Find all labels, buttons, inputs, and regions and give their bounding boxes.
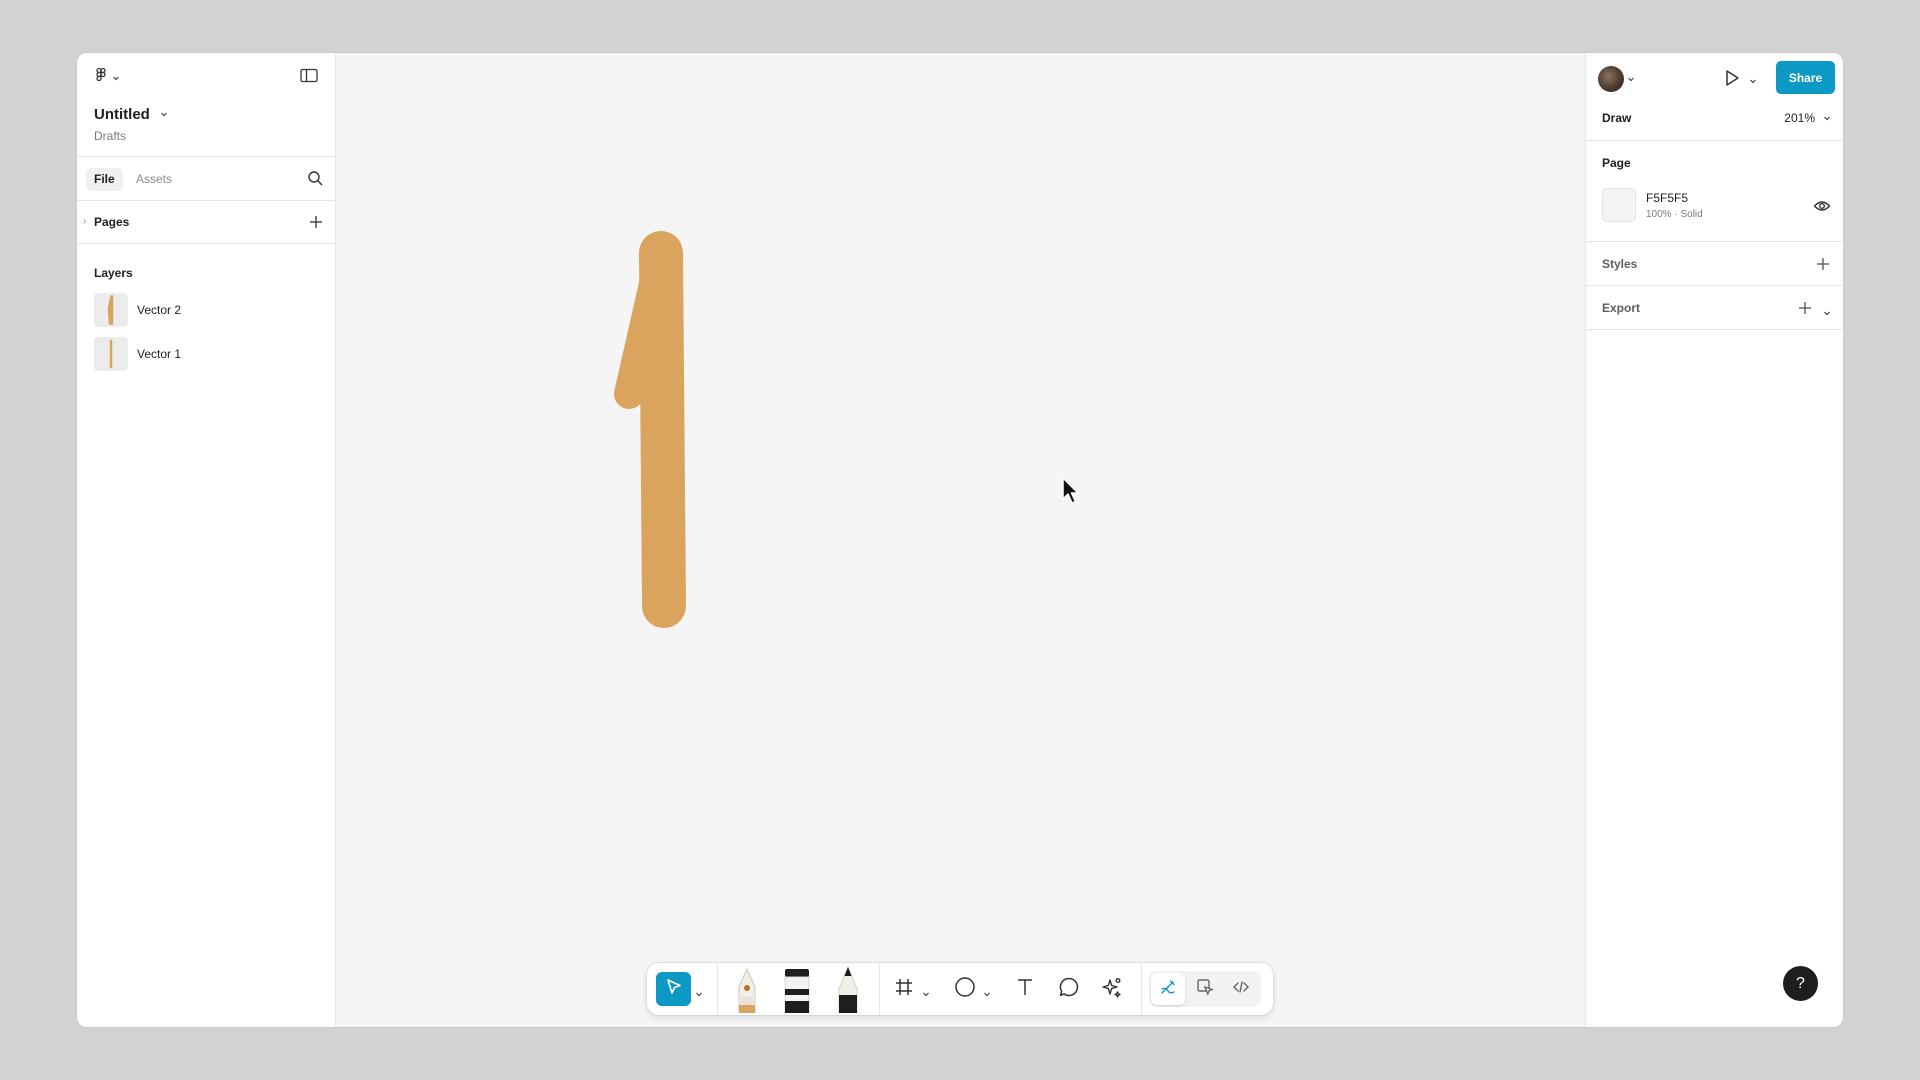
plus-icon: [308, 216, 324, 234]
add-page-button[interactable]: [308, 214, 324, 235]
canvas[interactable]: [337, 53, 1584, 1027]
styles-label: Styles: [1602, 257, 1638, 271]
export-section: Export: [1586, 286, 1843, 330]
pages-label: Pages: [94, 215, 130, 229]
ellipse-tool-button[interactable]: [951, 975, 979, 1003]
tab-assets[interactable]: Assets: [128, 168, 180, 191]
panel-tabs: File Assets: [77, 157, 335, 201]
cursor-arrow-icon: [664, 977, 684, 1002]
export-options-dropdown[interactable]: [1823, 304, 1831, 322]
mode-label: Draw: [1602, 111, 1632, 125]
chevron-down-icon: [983, 985, 991, 1002]
search-button[interactable]: [307, 170, 324, 192]
code-icon: [1232, 978, 1250, 1001]
figma-logo-icon: [93, 67, 109, 88]
sidebar-icon: [300, 68, 318, 87]
avatar: [1598, 66, 1624, 92]
right-panel-header: Share Draw 201%: [1586, 53, 1843, 141]
chevron-down-icon: [112, 69, 120, 87]
frame-hash-icon: [894, 977, 914, 1002]
frame-tool-button[interactable]: [890, 975, 918, 1003]
ellipse-icon: [954, 976, 976, 1003]
mouse-cursor-icon: [1062, 477, 1080, 510]
zoom-level: 201%: [1784, 111, 1815, 125]
styles-section: Styles: [1586, 242, 1843, 286]
actions-tool-button[interactable]: [1098, 975, 1126, 1003]
layer-item-vector-1[interactable]: Vector 1: [77, 333, 336, 375]
pen-tool-button[interactable]: [727, 967, 767, 1018]
draw-mode-icon: [1159, 978, 1177, 1001]
main-menu-button[interactable]: [93, 67, 120, 88]
chevron-down-icon: [1823, 111, 1831, 125]
layers-label: Layers: [94, 266, 133, 280]
pencil-icon: [831, 965, 865, 1018]
page-color-swatch[interactable]: [1602, 188, 1636, 222]
share-button[interactable]: Share: [1776, 61, 1835, 94]
page-color-hex[interactable]: F5F5F5: [1646, 191, 1688, 205]
visibility-toggle[interactable]: [1813, 199, 1831, 218]
search-icon: [307, 171, 324, 191]
mode-switcher: [1149, 971, 1261, 1007]
file-title-dropdown[interactable]: Untitled: [94, 105, 168, 123]
page-section-label: Page: [1602, 156, 1631, 170]
chevron-down-icon: [922, 985, 930, 1002]
zoom-dropdown[interactable]: 201%: [1784, 111, 1831, 125]
comment-bubble-icon: [1058, 976, 1080, 1003]
sparkle-icon: [1101, 976, 1123, 1003]
chevron-down-icon: [1627, 70, 1635, 88]
add-style-button[interactable]: [1815, 256, 1831, 277]
pencil-tool-button[interactable]: [828, 965, 868, 1018]
bottom-toolbar: [647, 963, 1273, 1015]
present-button[interactable]: [1724, 69, 1757, 92]
eye-icon: [1813, 200, 1831, 217]
chevron-down-icon: [695, 985, 703, 1002]
toolbar-divider: [879, 963, 880, 1015]
chevron-right-icon: ›: [83, 216, 87, 227]
frame-tool-dropdown[interactable]: [922, 985, 930, 1003]
toolbar-divider: [717, 963, 718, 1015]
left-panel: Untitled Drafts File Assets › Pages Laye…: [77, 53, 336, 1027]
file-header: Untitled Drafts: [77, 53, 335, 157]
design-mode-icon: [1196, 978, 1214, 1001]
file-title: Untitled: [94, 105, 150, 123]
toolbar-divider: [1141, 963, 1142, 1015]
tab-file[interactable]: File: [86, 168, 123, 191]
user-menu[interactable]: [1598, 66, 1635, 92]
chevron-down-icon: [160, 105, 168, 123]
plus-icon: [1797, 302, 1813, 320]
chevron-down-icon: [1823, 304, 1831, 321]
text-tool-button[interactable]: [1011, 975, 1039, 1003]
layer-name: Vector 2: [137, 303, 182, 317]
move-tool-dropdown[interactable]: [695, 985, 703, 1003]
chevron-down-icon: [1749, 72, 1757, 90]
plus-icon: [1815, 258, 1831, 276]
export-label: Export: [1602, 301, 1641, 315]
move-tool-button[interactable]: [656, 972, 691, 1006]
right-panel: Share Draw 201% Page F5F5F5 100% · Solid: [1585, 53, 1843, 1027]
file-location[interactable]: Drafts: [94, 129, 126, 143]
marker-tool-button[interactable]: [777, 967, 817, 1018]
text-icon: [1015, 977, 1035, 1002]
fountain-pen-icon: [730, 967, 764, 1018]
layer-thumbnail: [94, 337, 128, 371]
pages-section[interactable]: › Pages: [77, 201, 335, 244]
page-color-meta: 100% · Solid: [1646, 209, 1703, 220]
draw-mode-button[interactable]: [1151, 973, 1185, 1005]
page-section: Page F5F5F5 100% · Solid: [1586, 141, 1843, 242]
layer-item-vector-2[interactable]: Vector 2: [77, 289, 336, 331]
marker-icon: [780, 967, 814, 1018]
add-export-button[interactable]: [1797, 300, 1813, 321]
shape-tool-dropdown[interactable]: [983, 985, 991, 1003]
canvas-drawing: [614, 231, 686, 628]
comment-tool-button[interactable]: [1055, 975, 1083, 1003]
layer-thumbnail: [94, 293, 128, 327]
toggle-sidebar-button[interactable]: [300, 68, 318, 88]
layer-name: Vector 1: [137, 347, 182, 361]
figma-window: Untitled Drafts File Assets › Pages Laye…: [77, 53, 1843, 1027]
dev-mode-button[interactable]: [1224, 973, 1258, 1005]
play-icon: [1724, 69, 1740, 92]
design-mode-button[interactable]: [1188, 973, 1222, 1005]
help-button[interactable]: ?: [1783, 966, 1818, 1001]
